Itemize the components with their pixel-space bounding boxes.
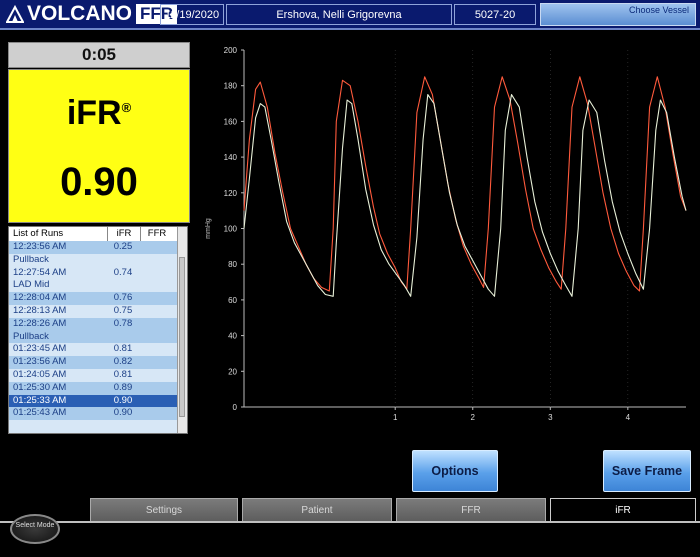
pressure-waveform-chart: 0 20 40 60 80 100 120 140 160 180 200 1 2 3 4 mmHg (205, 46, 687, 422)
run-name: 12:28:04 AM (13, 292, 67, 304)
run-ifr-value: 0.78 (113, 317, 133, 329)
run-ifr-value: 0.89 (113, 381, 133, 393)
y-tick-label: 200 (224, 46, 238, 55)
x-tick-label: 4 (626, 413, 631, 422)
run-row[interactable]: 12:23:56 AM 0.25 (9, 241, 179, 254)
y-tick-label: 0 (233, 403, 238, 412)
run-row[interactable]: 12:27:54 AM 0.74 (9, 266, 179, 280)
y-tick-label: 180 (224, 82, 238, 91)
column-header-ifr[interactable]: iFR (107, 227, 140, 241)
run-row[interactable]: LAD Mid (9, 279, 179, 293)
run-name: 01:23:56 AM (13, 356, 67, 368)
run-name: Pullback (13, 330, 49, 342)
run-row[interactable]: Pullback (9, 253, 179, 267)
y-tick-label: 160 (224, 117, 238, 126)
run-ifr-value: 0.75 (113, 304, 133, 316)
waveform-series-2 (243, 94, 687, 297)
x-tick-label: 1 (393, 413, 398, 422)
choose-vessel-button[interactable]: Choose Vessel (540, 3, 696, 26)
volcano-logo-icon (6, 5, 24, 23)
run-ifr-value: 0.25 (113, 241, 133, 252)
run-ifr-value: 0.90 (113, 394, 133, 406)
save-frame-button[interactable]: Save Frame (603, 450, 691, 492)
tab-patient[interactable]: Patient (242, 498, 392, 522)
run-ifr-value: 0.76 (113, 292, 133, 304)
header-bar: VOLCANO FFR 11/19/2020 Ershova, Nelli Gr… (0, 0, 700, 30)
run-row[interactable]: 01:25:33 AM 0.90 (9, 394, 179, 408)
run-ifr-value: 0.90 (113, 407, 133, 419)
tab-ffr[interactable]: FFR (396, 498, 546, 522)
y-tick-label: 60 (228, 296, 237, 305)
run-row[interactable]: 01:24:05 AM 0.81 (9, 368, 179, 382)
run-timer: 0:05 (8, 42, 190, 68)
run-row[interactable]: 01:25:30 AM 0.89 (9, 381, 179, 395)
y-tick-label: 40 (228, 332, 237, 341)
ifr-result-panel: iFR® 0.90 (8, 69, 190, 223)
y-tick-label: 100 (224, 225, 238, 234)
trademark-symbol: ® (121, 100, 132, 115)
runs-scrollbar[interactable] (177, 227, 187, 433)
run-row[interactable]: 01:25:43 AM 0.90 (9, 407, 179, 421)
run-name: 12:23:56 AM (13, 241, 67, 252)
run-name: 12:28:13 AM (13, 304, 67, 316)
run-ifr-value: 0.82 (113, 356, 133, 368)
run-name: 12:28:26 AM (13, 317, 67, 329)
run-name: 01:24:05 AM (13, 368, 67, 380)
ifr-label-text: iFR (66, 94, 122, 132)
y-tick-label: 80 (228, 260, 237, 269)
header-date: 11/19/2020 (160, 4, 224, 25)
run-ifr-value (107, 279, 139, 292)
options-button[interactable]: Options (412, 450, 498, 492)
column-header-runs[interactable]: List of Runs (9, 227, 107, 241)
runs-list: List of Runs iFR FFR 12:23:56 AM 0.25 Pull… (8, 226, 188, 434)
run-row[interactable]: 01:23:56 AM 0.82 (9, 356, 179, 369)
runs-list-header: List of Runs iFR FFR (9, 227, 187, 242)
y-axis-label: mmHg (205, 218, 212, 239)
run-row[interactable]: 01:23:45 AM 0.81 (9, 343, 179, 357)
runs-list-body: 12:23:56 AM 0.25 Pullback 12:27:54 AM 0.74 LA… (9, 241, 179, 421)
run-row[interactable]: Pullback (9, 330, 179, 344)
select-mode-button[interactable]: Select Mode (10, 514, 60, 544)
tab-settings[interactable]: Settings (90, 498, 238, 522)
y-tick-label: 120 (224, 189, 238, 198)
run-ifr-value: 0.81 (113, 343, 133, 355)
run-name: 01:25:33 AM (13, 394, 67, 406)
tab-bar: Settings Patient FFR iFR (0, 495, 700, 523)
waveform-series-1 (243, 76, 687, 292)
x-tick-label: 3 (548, 413, 553, 422)
run-name: Pullback (13, 253, 49, 265)
runs-scroll-thumb[interactable] (179, 257, 185, 417)
x-tick-label: 2 (471, 413, 476, 422)
ifr-value: 0.90 (60, 160, 138, 204)
bottom-strip (0, 523, 700, 557)
run-row[interactable]: 12:28:04 AM 0.76 (9, 292, 179, 305)
y-tick-label: 140 (224, 153, 238, 162)
run-row[interactable]: 12:28:26 AM 0.78 (9, 317, 179, 331)
run-name: 12:27:54 AM (13, 266, 67, 278)
run-name: 01:25:43 AM (13, 407, 67, 419)
run-ifr-value: 0.74 (113, 266, 133, 278)
run-ifr-value (107, 254, 139, 267)
column-header-ffr[interactable]: FFR (140, 227, 173, 241)
header-patient-name[interactable]: Ershova, Nelli Grigorevna (226, 4, 452, 25)
run-ifr-value: 0.81 (113, 368, 133, 380)
brand-logo: VOLCANO FFR (6, 2, 178, 25)
header-patient-id[interactable]: 5027-20 (454, 4, 536, 25)
ifr-label: iFR® (9, 94, 189, 133)
tab-ifr[interactable]: iFR (550, 498, 696, 522)
brand-name: VOLCANO (27, 2, 132, 25)
run-name: 01:23:45 AM (13, 343, 67, 355)
run-ifr-value (107, 331, 139, 344)
run-name: 01:25:30 AM (13, 381, 67, 393)
y-tick-label: 20 (228, 367, 237, 376)
run-row[interactable]: 12:28:13 AM 0.75 (9, 304, 179, 318)
run-name: LAD Mid (13, 279, 50, 291)
